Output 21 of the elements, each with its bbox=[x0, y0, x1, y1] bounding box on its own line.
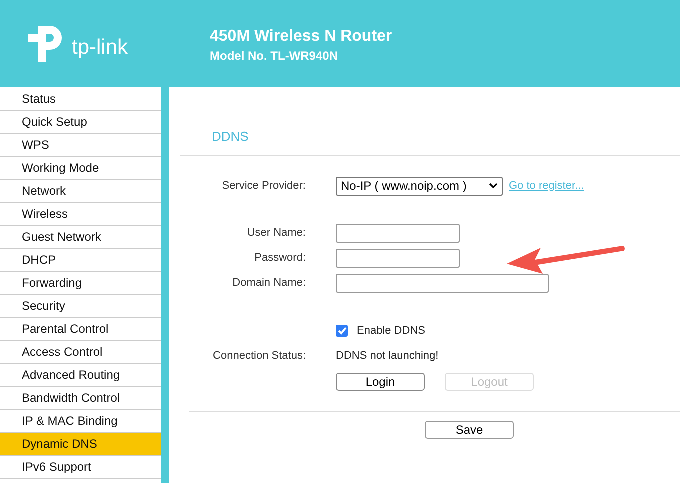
text-field[interactable] bbox=[336, 224, 460, 243]
field-label: Service Provider: bbox=[221, 178, 307, 194]
logo-text: tp-link bbox=[72, 34, 128, 61]
field-label: User Name: bbox=[246, 226, 307, 242]
field-label: Password: bbox=[254, 251, 307, 266]
checkbox-label: Enable DDNS bbox=[357, 324, 426, 339]
caret-icon bbox=[489, 183, 498, 189]
save-button[interactable]: Save bbox=[425, 421, 514, 439]
text-field[interactable] bbox=[336, 274, 549, 293]
enable-checkbox[interactable] bbox=[336, 325, 348, 337]
checkmark-icon bbox=[338, 327, 346, 335]
model-number: Model No. TL-WR940N bbox=[210, 48, 339, 64]
provider-dropdown[interactable]: No-IP ( www.noip.com ) bbox=[336, 176, 503, 196]
field-label: Connection Status: bbox=[212, 348, 307, 364]
page-title: DDNS bbox=[212, 128, 250, 146]
sidebar-item[interactable]: Dynamic DNS bbox=[0, 433, 161, 456]
router-title: 450M Wireless N Router bbox=[210, 26, 392, 46]
field-label: Domain Name: bbox=[232, 276, 307, 292]
text-field[interactable] bbox=[336, 249, 460, 268]
status-text: DDNS not launching! bbox=[336, 348, 439, 364]
action-button[interactable]: Login bbox=[336, 373, 425, 391]
